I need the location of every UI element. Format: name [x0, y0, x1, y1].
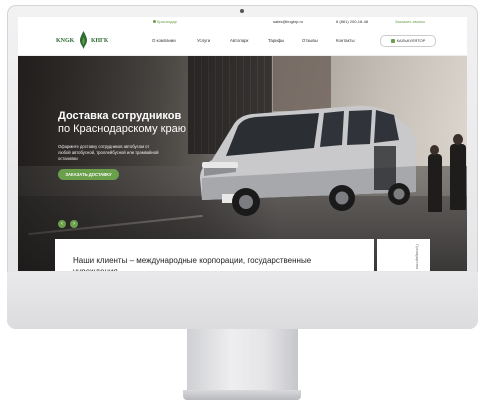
nav-item-services[interactable]: Услуги — [197, 38, 210, 43]
slider-prev-button[interactable]: ‹ — [58, 220, 66, 228]
clients-section: Наши клиенты – международные корпорации,… — [55, 239, 374, 271]
hero-subtitle: по Краснодарскому краю — [58, 123, 186, 135]
advantages-label: Преимущества — [415, 244, 419, 270]
monitor-base — [183, 390, 301, 400]
calculator-icon — [390, 38, 395, 43]
logo-text-cyrillic: КНГК — [91, 38, 109, 44]
person-head — [430, 145, 439, 155]
nav-item-tariffs[interactable]: Тарифы — [268, 38, 284, 43]
chevron-right-icon: › — [73, 221, 75, 227]
minibus-image — [200, 105, 416, 216]
email-link[interactable]: sales@kngkrp.ru — [273, 19, 303, 24]
hero-banner: Доставка сотрудников по Краснодарскому к… — [18, 56, 467, 271]
person-head — [453, 134, 463, 145]
website-screen: Краснодар sales@kngkrp.ru 8 (861) 200-18… — [18, 17, 467, 271]
order-delivery-button[interactable]: ЗАКАЗАТЬ ДОСТАВКУ — [58, 169, 119, 180]
nav-item-reviews[interactable]: Отзывы — [302, 38, 318, 43]
calculator-label: КАЛЬКУЛЯТОР — [396, 38, 426, 43]
hero-description: Оформите доставку сотрудников автобусом … — [58, 144, 159, 161]
flame-logo-icon — [79, 31, 88, 49]
company-logo[interactable]: KNGK КНГК — [56, 31, 112, 49]
city-label: Краснодар — [157, 18, 177, 24]
advantages-tab[interactable]: Преимущества — [377, 239, 430, 271]
main-navbar: KNGK КНГК О компании Услуги Автопарк Тар… — [18, 25, 467, 56]
nav-item-contacts[interactable]: Контакты — [336, 38, 355, 43]
person-figure — [450, 144, 466, 210]
chevron-left-icon: ‹ — [61, 221, 63, 227]
monitor-chin — [7, 272, 478, 329]
logo-text-latin: KNGK — [56, 38, 75, 44]
slider-next-button[interactable]: › — [70, 220, 78, 228]
nav-item-about[interactable]: О компании — [152, 38, 176, 43]
hero-title: Доставка сотрудников — [58, 110, 182, 122]
person-figure — [428, 154, 442, 212]
clients-title: Наши клиенты – международные корпорации,… — [73, 256, 312, 271]
calculator-button[interactable]: КАЛЬКУЛЯТОР — [380, 35, 436, 47]
phone-link[interactable]: 8 (861) 200-18-48 — [336, 19, 368, 24]
top-bar: Краснодар sales@kngkrp.ru 8 (861) 200-18… — [18, 17, 467, 25]
monitor-stand — [187, 329, 298, 391]
location-pin-icon — [153, 19, 156, 23]
callback-link[interactable]: Заказать звонок — [395, 19, 425, 24]
nav-item-fleet[interactable]: Автопарк — [230, 38, 248, 43]
city-selector[interactable]: Краснодар — [153, 19, 177, 24]
camera-icon — [240, 9, 244, 13]
